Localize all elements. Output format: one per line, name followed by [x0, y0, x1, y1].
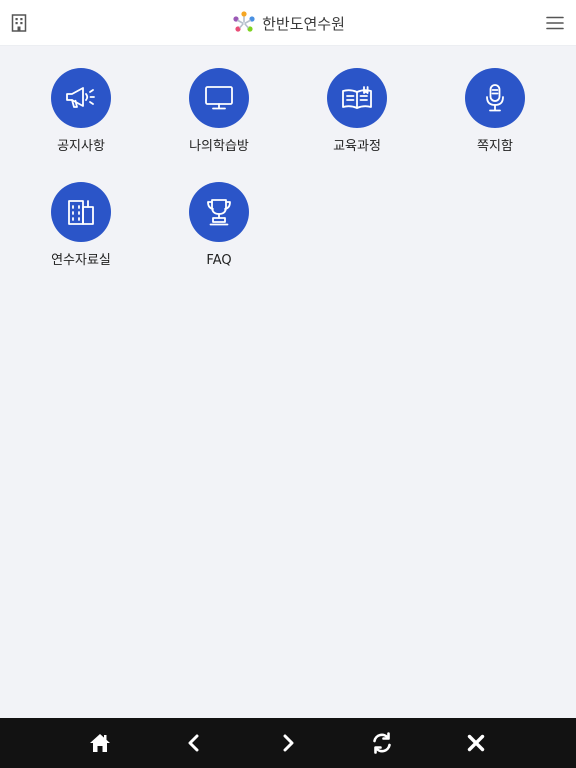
monitor-icon — [189, 68, 249, 128]
colorful-people-logo — [233, 11, 255, 32]
menu-grid: 공지사항 나의학습방 교육과정 쪽지함 연수자료실 FAQ — [12, 68, 564, 269]
menu-item-materials[interactable]: 연수자료실 — [12, 182, 150, 269]
app-title: 한반도연수원 — [262, 14, 345, 33]
back-icon[interactable] — [182, 731, 206, 755]
menu-label: 쪽지함 — [477, 139, 513, 154]
forward-icon[interactable] — [276, 731, 300, 755]
microphone-icon — [465, 68, 525, 128]
hamburger-menu-icon[interactable] — [544, 12, 566, 34]
menu-item-messages[interactable]: 쪽지함 — [426, 68, 564, 155]
refresh-icon[interactable] — [370, 731, 394, 755]
trophy-icon — [189, 182, 249, 242]
menu-label: 나의학습방 — [189, 139, 249, 154]
top-header: 한반도연수원 — [0, 0, 576, 46]
menu-label: FAQ — [206, 253, 232, 268]
menu-label: 연수자료실 — [51, 253, 111, 268]
brand-logo[interactable]: 한반도연수원 — [0, 10, 576, 36]
menu-item-notice[interactable]: 공지사항 — [12, 68, 150, 155]
building-icon — [51, 182, 111, 242]
home-icon[interactable] — [88, 731, 112, 755]
close-icon[interactable] — [464, 731, 488, 755]
menu-label: 공지사항 — [57, 139, 105, 154]
menu-item-my-study[interactable]: 나의학습방 — [150, 68, 288, 155]
menu-item-faq[interactable]: FAQ — [150, 182, 288, 269]
book-icon — [327, 68, 387, 128]
megaphone-icon — [51, 68, 111, 128]
bottom-navigation-bar — [0, 718, 576, 768]
menu-item-courses[interactable]: 교육과정 — [288, 68, 426, 155]
menu-label: 교육과정 — [333, 139, 381, 154]
